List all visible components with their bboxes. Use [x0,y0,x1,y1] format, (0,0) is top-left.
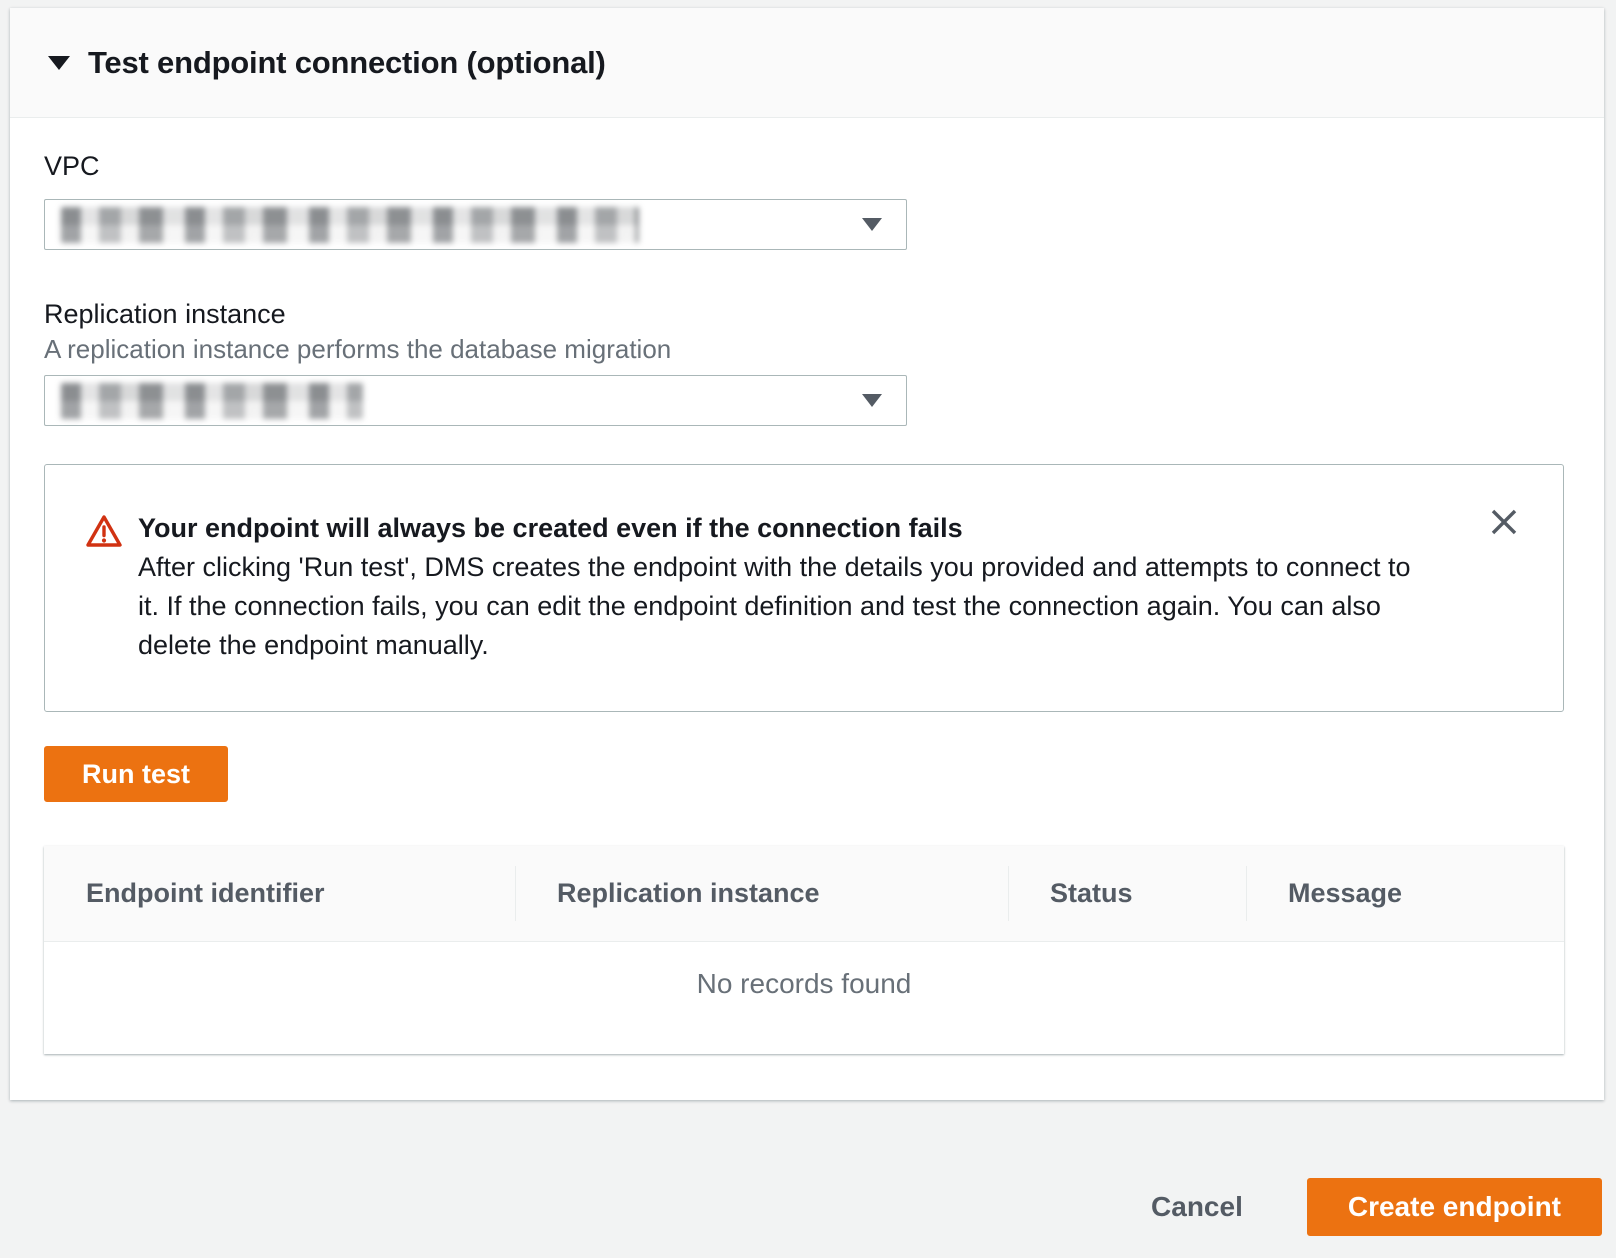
alert-body: After clicking 'Run test', DMS creates t… [138,548,1438,665]
triangle-down-icon [48,56,70,70]
column-header-endpoint-identifier: Endpoint identifier [44,846,515,941]
replication-instance-label: Replication instance [44,298,1564,330]
alert-title: Your endpoint will always be created eve… [138,509,1438,548]
warning-alert: Your endpoint will always be created eve… [44,464,1564,712]
chevron-down-icon [862,218,882,231]
replication-instance-description: A replication instance performs the data… [44,334,1564,364]
section-title: Test endpoint connection (optional) [88,45,606,81]
vpc-select[interactable] [44,199,907,250]
cancel-button[interactable]: Cancel [1151,1178,1243,1236]
close-icon [1489,507,1519,537]
section-body: VPC Replication instance A replication i… [10,118,1604,1054]
dismiss-alert-button[interactable] [1487,505,1521,539]
replication-instance-select[interactable] [44,375,907,426]
empty-state-text: No records found [44,942,1564,1054]
vpc-field: VPC [44,150,1564,250]
redacted-replication-instance-value [61,383,363,419]
table-header-row: Endpoint identifier Replication instance… [44,846,1564,942]
chevron-down-icon [862,394,882,407]
column-header-replication-instance: Replication instance [515,846,1008,941]
column-header-message: Message [1246,846,1564,941]
create-endpoint-button[interactable]: Create endpoint [1307,1178,1602,1236]
section-expander[interactable]: Test endpoint connection (optional) [10,8,1604,118]
warning-triangle-icon [85,513,123,665]
redacted-vpc-value [61,207,639,243]
run-test-button[interactable]: Run test [44,746,228,802]
test-endpoint-connection-panel: Test endpoint connection (optional) VPC … [10,8,1604,1100]
test-results-table: Endpoint identifier Replication instance… [44,846,1564,1054]
vpc-label: VPC [44,150,1564,182]
form-actions-footer: Cancel Create endpoint [0,1100,1616,1258]
column-header-status: Status [1008,846,1246,941]
alert-content: Your endpoint will always be created eve… [138,509,1438,665]
replication-instance-field: Replication instance A replication insta… [44,298,1564,426]
